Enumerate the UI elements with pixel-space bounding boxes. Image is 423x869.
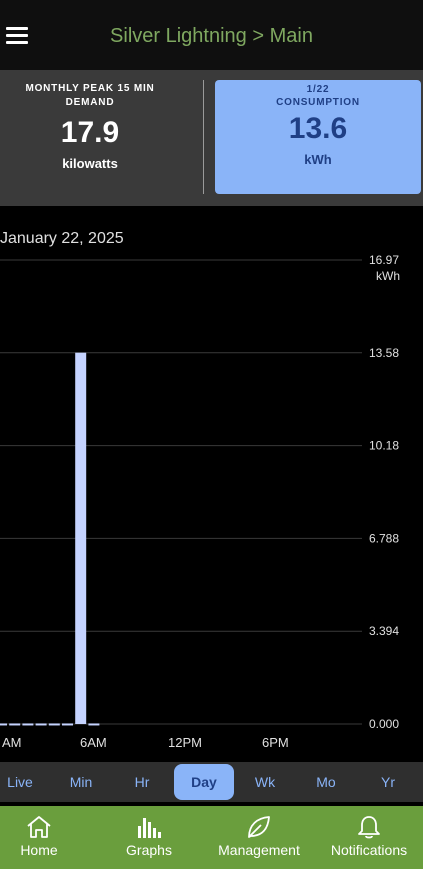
consumption-value: 13.6: [288, 112, 348, 145]
period-min-button[interactable]: Min: [51, 764, 111, 800]
chart-bar: [88, 723, 100, 726]
x-tick-label: 12PM: [168, 735, 202, 750]
y-tick-label: 0.000: [369, 717, 399, 731]
nav-notifications-label: Notifications: [330, 842, 408, 858]
nav-management[interactable]: Management: [213, 806, 305, 869]
peak-demand-label: MONTHLY PEAK 15 MIN DEMAND: [25, 83, 155, 108]
chart-bar: [35, 723, 47, 726]
y-tick-label: 10.18: [369, 439, 399, 453]
y-axis-unit-label: kWh: [376, 269, 400, 283]
chart-bar: [9, 723, 21, 726]
period-live-button[interactable]: Live: [0, 764, 50, 800]
nav-management-label: Management: [218, 842, 300, 858]
leaf-icon: [248, 816, 270, 838]
period-wk-button[interactable]: Wk: [235, 764, 295, 800]
chart-bar: [75, 352, 87, 724]
nav-notifications[interactable]: Notifications: [322, 806, 416, 869]
peak-demand-value: 17.9: [60, 116, 120, 149]
x-tick-label: 6AM: [80, 735, 107, 750]
nav-home-label: Home: [20, 842, 58, 858]
bottom-navigation: Home Graphs Management Notifications: [0, 806, 423, 869]
y-tick-label: 13.58: [369, 346, 399, 360]
period-selector: Live Min Hr Day Wk Mo Yr: [0, 762, 423, 802]
summary-cards: MONTHLY PEAK 15 MIN DEMAND 17.9 kilowatt…: [0, 70, 423, 206]
period-yr-button[interactable]: Yr: [358, 764, 418, 800]
consumption-label: CONSUMPTION: [276, 97, 360, 108]
chart-bar: [62, 723, 73, 726]
period-mo-button[interactable]: Mo: [296, 764, 356, 800]
card-divider: [203, 80, 204, 194]
consumption-date-label: 1/22: [306, 84, 330, 95]
x-tick-label: 6PM: [262, 735, 289, 750]
chart-bar: [48, 723, 60, 726]
chart-bar: [22, 723, 34, 726]
period-day-button[interactable]: Day: [174, 764, 234, 800]
period-hr-button[interactable]: Hr: [112, 764, 172, 800]
y-tick-label: 6.788: [369, 531, 399, 545]
bell-icon: [358, 816, 380, 839]
nav-graphs-label: Graphs: [126, 842, 172, 858]
chart-canvas: 16.97 13.58 10.18 6.788 3.394 0.000 kWh AM 6AM 12…: [0, 253, 400, 750]
page-title: Silver Lightning > Main: [110, 25, 313, 47]
usage-chart[interactable]: January 22, 2025 16.97 13.58 10.18 6.788 3.3…: [0, 206, 423, 760]
peak-demand-unit: kilowatts: [62, 156, 118, 171]
peak-demand-card: MONTHLY PEAK 15 MIN DEMAND 17.9 kilowatt…: [0, 78, 180, 196]
x-tick-label: AM: [2, 735, 22, 750]
y-tick-label: 16.97: [369, 253, 399, 267]
nav-graphs[interactable]: Graphs: [118, 806, 180, 869]
consumption-unit: kWh: [304, 152, 332, 167]
chart-bar: [0, 723, 7, 726]
consumption-card[interactable]: 1/22 CONSUMPTION 13.6 kWh: [215, 80, 421, 194]
y-tick-label: 3.394: [369, 624, 399, 638]
nav-home[interactable]: Home: [8, 806, 70, 869]
app-header: Silver Lightning > Main: [0, 0, 423, 70]
graphs-icon: [138, 818, 161, 838]
home-icon: [27, 816, 51, 838]
